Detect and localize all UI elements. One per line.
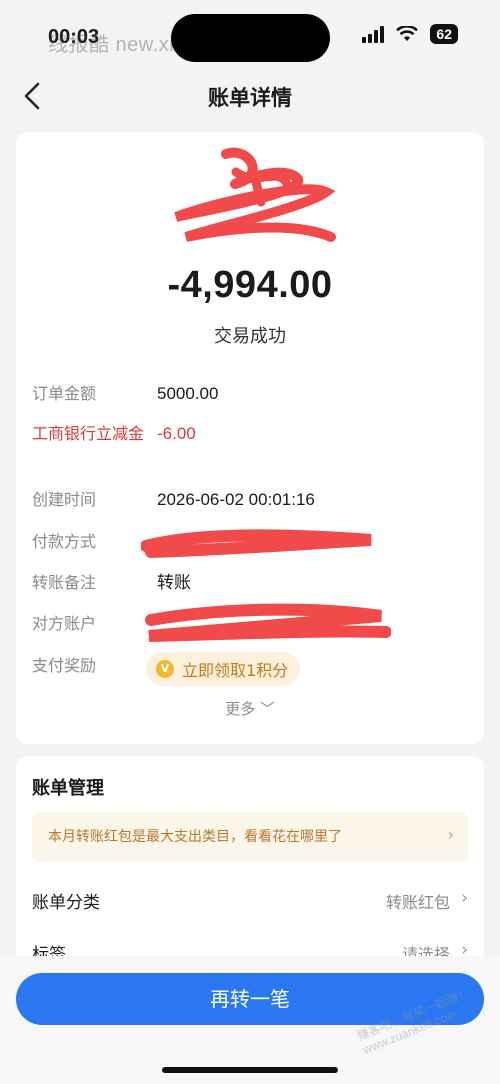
detail-label: 对方账户: [32, 614, 97, 633]
reward-label: 立即领取1积分: [182, 661, 289, 680]
bill-category-row[interactable]: 账单分类 转账红包 ›: [32, 888, 468, 918]
tip-text: 本月转账红包是最大支出类目，看看花在哪里了: [48, 829, 342, 845]
chevron-right-icon: ›: [461, 888, 468, 908]
detail-label: 工商银行立减金: [32, 424, 145, 443]
detail-label: 订单金额: [32, 384, 97, 403]
section-title: 账单管理: [32, 778, 104, 799]
home-indicator: [162, 1067, 338, 1073]
detail-value: 转账: [157, 573, 191, 592]
detail-value: 2026-06-02 00:01:16: [157, 490, 315, 509]
wifi-icon: [396, 26, 419, 41]
chevron-right-icon: ›: [447, 825, 454, 844]
reward-chip[interactable]: V 立即领取1积分: [146, 652, 301, 686]
dynamic-island: [171, 14, 330, 62]
row-value: 转账红包: [385, 893, 450, 912]
page-title: 账单详情: [208, 86, 292, 110]
transaction-amount: -4,994.00: [167, 264, 333, 306]
more-toggle[interactable]: 更多 ﹀: [16, 698, 484, 719]
row-label: 账单分类: [32, 893, 100, 913]
transaction-card: -4,994.00 交易成功 订单金额 5000.00 工商银行立减金 -6.0…: [16, 132, 484, 744]
detail-value: 5000.00: [157, 384, 219, 403]
detail-label: 支付奖励: [32, 656, 97, 675]
transaction-status: 交易成功: [214, 326, 286, 347]
battery-indicator: 62: [430, 24, 458, 44]
status-icons: 62: [362, 24, 458, 44]
status-bar: 00:03 线报酷 new.xianbao.fun 62: [0, 0, 500, 72]
redaction-scribble: [145, 603, 391, 642]
redaction-scribble: [174, 147, 336, 242]
detail-value: -6.00: [157, 424, 196, 443]
coin-icon: V: [156, 660, 174, 678]
detail-label: 创建时间: [32, 490, 97, 509]
detail-label: 转账备注: [32, 573, 97, 592]
signal-icon: [362, 25, 385, 43]
spending-tip-banner[interactable]: 本月转账红包是最大支出类目，看看花在哪里了 ›: [32, 812, 468, 862]
detail-label: 付款方式: [32, 532, 97, 551]
nav-bar: 账单详情: [0, 72, 500, 120]
redaction-scribble: [141, 529, 372, 558]
